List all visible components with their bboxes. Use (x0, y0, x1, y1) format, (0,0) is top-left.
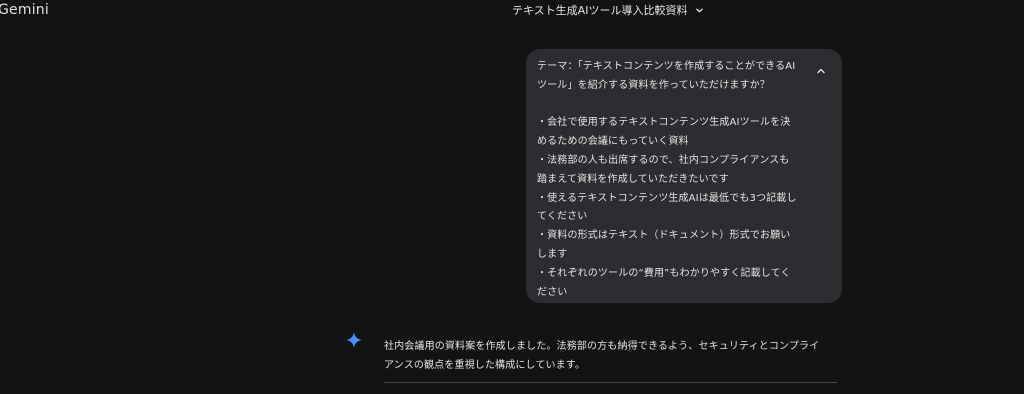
conversation-title: テキスト生成AIツール導入比較資料 (512, 4, 688, 17)
chevron-down-icon (695, 6, 704, 15)
collapse-message-button[interactable] (814, 63, 828, 77)
response-divider (384, 382, 837, 383)
app-brand[interactable]: Gemini (0, 2, 49, 18)
user-message-text: テーマ：「テキストコンテンツを作成することができるAI ツール」を紹介する資料を… (537, 61, 797, 298)
gemini-sparkle-icon (346, 332, 362, 348)
user-message-bubble: テーマ：「テキストコンテンツを作成することができるAI ツール」を紹介する資料を… (526, 49, 842, 303)
gemini-chat-window: Gemini テキスト生成AIツール導入比較資料 テーマ：「テキストコンテンツを… (0, 0, 1024, 394)
model-response-text: 社内会議用の資料案を作成しました。法務部の方も納得できるよう、セキュリティとコン… (384, 341, 820, 371)
chevron-up-icon (816, 61, 826, 80)
conversation-title-menu[interactable]: テキスト生成AIツール導入比較資料 (512, 2, 704, 18)
